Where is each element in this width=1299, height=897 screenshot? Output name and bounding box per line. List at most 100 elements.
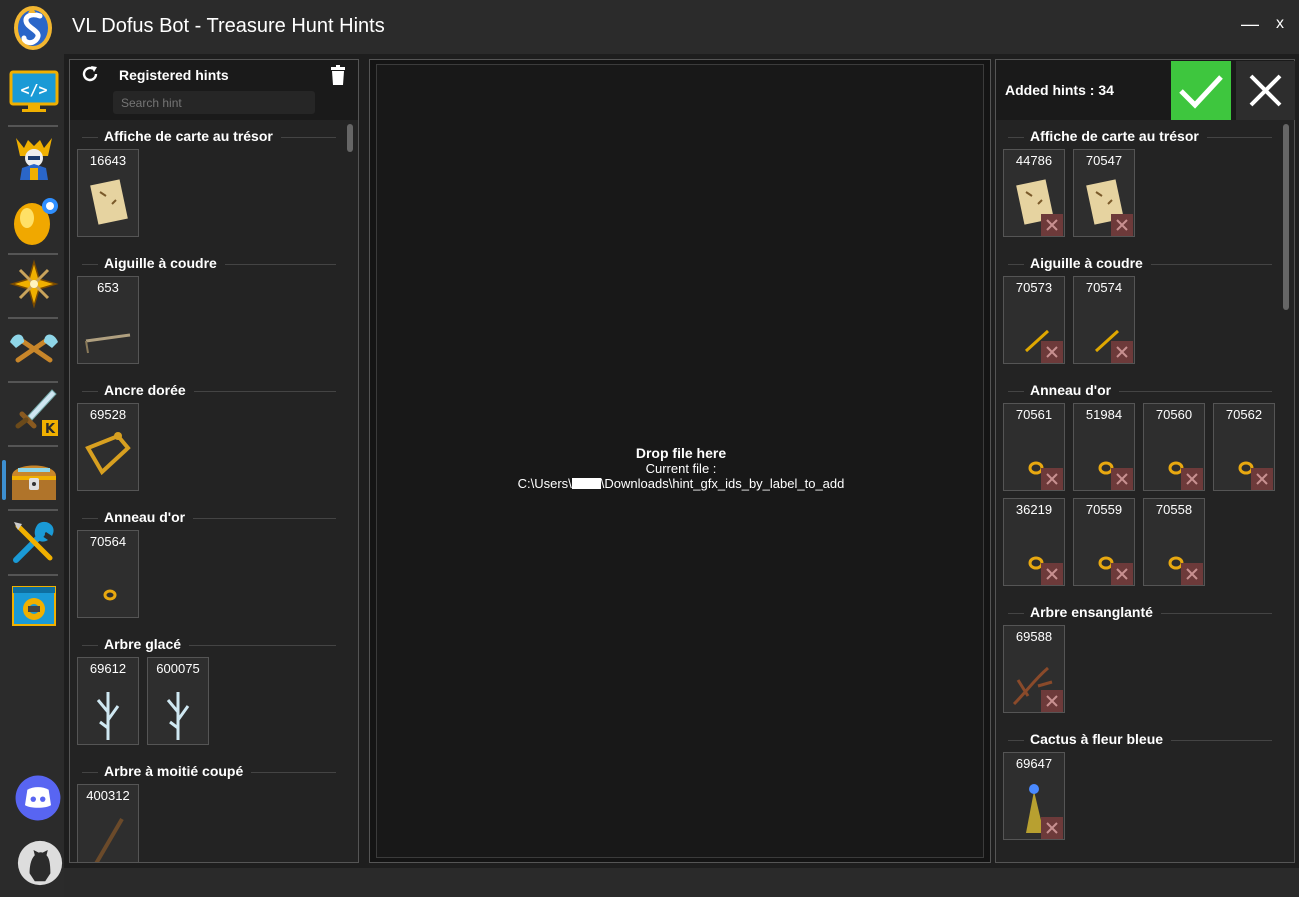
trash-icon[interactable]	[328, 64, 348, 86]
group-divider	[193, 518, 336, 519]
hint-card[interactable]: 653	[77, 276, 139, 364]
hint-thumbnail	[166, 692, 190, 740]
hint-id: 44786	[1015, 153, 1053, 168]
remove-hint-button[interactable]	[1041, 341, 1063, 363]
hint-id: 600075	[156, 661, 200, 676]
remove-hint-button[interactable]	[1041, 817, 1063, 839]
dofus-egg-icon[interactable]	[8, 194, 60, 246]
scrollbar-thumb[interactable]	[347, 124, 353, 152]
hint-thumbnail	[85, 432, 131, 476]
remove-hint-button[interactable]	[1041, 563, 1063, 585]
redacted-username	[571, 478, 601, 489]
sword-icon[interactable]: K	[8, 386, 60, 438]
hint-card[interactable]: 44786	[1003, 149, 1065, 237]
hint-group-title: Cactus à fleur bleue	[1030, 731, 1164, 747]
remove-hint-button[interactable]	[1251, 468, 1273, 490]
group-divider	[82, 391, 98, 392]
hint-card[interactable]: 36219	[1003, 498, 1065, 586]
hint-id: 70560	[1155, 407, 1193, 422]
hint-group-title: Aiguille à coudre	[1030, 255, 1143, 271]
hint-id: 70564	[89, 534, 127, 549]
hint-group-title: Anneau d'or	[1030, 382, 1112, 398]
remove-hint-button[interactable]	[1041, 690, 1063, 712]
hint-card[interactable]: 69588	[1003, 625, 1065, 713]
axes-icon[interactable]	[8, 322, 60, 374]
hint-id: 70547	[1085, 153, 1123, 168]
hint-card[interactable]: 69647	[1003, 752, 1065, 840]
hint-card[interactable]: 600075	[147, 657, 209, 745]
remove-hint-button[interactable]	[1111, 214, 1133, 236]
tools-icon[interactable]	[8, 516, 60, 568]
added-hints-list[interactable]: Affiche de carte au trésor 44786 70547 Aigu…	[996, 122, 1294, 862]
group-divider	[1008, 391, 1024, 392]
hint-id: 70562	[1225, 407, 1263, 422]
hint-group-title: Arbre ensanglanté	[1030, 604, 1153, 620]
hint-card[interactable]: 69528	[77, 403, 139, 491]
close-icon	[1046, 568, 1058, 580]
close-icon	[1116, 473, 1128, 485]
hint-card[interactable]: 70547	[1073, 149, 1135, 237]
hint-card[interactable]: 69612	[77, 657, 139, 745]
group-divider	[1008, 613, 1024, 614]
close-window-button[interactable]: x	[1271, 10, 1289, 38]
file-drop-zone[interactable]: Drop file here Current file : C:\Users\ \…	[376, 64, 984, 858]
group-divider	[82, 264, 98, 265]
compass-star-icon[interactable]	[8, 258, 60, 310]
group-divider	[1206, 137, 1272, 138]
group-divider	[1150, 264, 1272, 265]
discord-icon[interactable]	[12, 772, 61, 821]
hint-thumbnail	[103, 589, 117, 601]
remove-hint-button[interactable]	[1181, 468, 1203, 490]
treasure-chest-icon[interactable]	[8, 454, 60, 506]
settings-window-icon[interactable]	[8, 580, 60, 632]
hint-card[interactable]: 70560	[1143, 403, 1205, 491]
github-icon[interactable]	[14, 837, 63, 886]
group-divider	[82, 518, 98, 519]
scrollbar-thumb[interactable]	[1283, 124, 1289, 310]
confirm-button[interactable]	[1171, 61, 1231, 120]
registered-hints-list[interactable]: Affiche de carte au trésor 16643 Aiguille …	[70, 122, 358, 862]
group-divider	[251, 772, 336, 773]
remove-hint-button[interactable]	[1111, 563, 1133, 585]
hint-card[interactable]: 70562	[1213, 403, 1275, 491]
group-divider	[224, 264, 336, 265]
refresh-icon[interactable]	[80, 64, 100, 84]
sidebar-divider	[8, 125, 58, 127]
hint-id: 51984	[1085, 407, 1123, 422]
hint-id: 69528	[89, 407, 127, 422]
group-divider	[1008, 740, 1024, 741]
scripts-icon[interactable]: </>	[8, 66, 60, 118]
hint-card[interactable]: 70574	[1073, 276, 1135, 364]
hint-id: 69647	[1015, 756, 1053, 771]
hint-card[interactable]: 70558	[1143, 498, 1205, 586]
hint-group-title: Affiche de carte au trésor	[104, 128, 273, 144]
remove-hint-button[interactable]	[1041, 214, 1063, 236]
hint-card[interactable]: 70564	[77, 530, 139, 618]
hint-id: 70573	[1015, 280, 1053, 295]
hint-card[interactable]: 70561	[1003, 403, 1065, 491]
hint-card[interactable]: 70573	[1003, 276, 1065, 364]
current-file-label: Current file :	[645, 461, 717, 476]
cancel-button[interactable]	[1236, 61, 1295, 120]
hint-id: 653	[97, 280, 119, 295]
registered-hints-panel: Registered hints Affiche de carte au tré…	[69, 59, 359, 863]
sidebar-divider	[8, 445, 58, 447]
remove-hint-button[interactable]	[1111, 468, 1133, 490]
minimize-button[interactable]: —	[1241, 10, 1259, 38]
close-icon	[1116, 568, 1128, 580]
remove-hint-button[interactable]	[1111, 341, 1133, 363]
close-icon	[1256, 473, 1268, 485]
hint-card[interactable]: 400312	[77, 784, 139, 862]
hint-group-title: Ancre dorée	[104, 382, 186, 398]
close-icon	[1186, 473, 1198, 485]
character-icon[interactable]	[8, 130, 60, 182]
app-window: VL Dofus Bot - Treasure Hunt Hints — x <…	[0, 0, 1299, 897]
remove-hint-button[interactable]	[1181, 563, 1203, 585]
search-hint-input[interactable]	[113, 91, 315, 114]
remove-hint-button[interactable]	[1041, 468, 1063, 490]
hint-card[interactable]: 70559	[1073, 498, 1135, 586]
group-divider	[280, 137, 336, 138]
hint-id: 36219	[1015, 502, 1053, 517]
hint-card[interactable]: 16643	[77, 149, 139, 237]
hint-card[interactable]: 51984	[1073, 403, 1135, 491]
